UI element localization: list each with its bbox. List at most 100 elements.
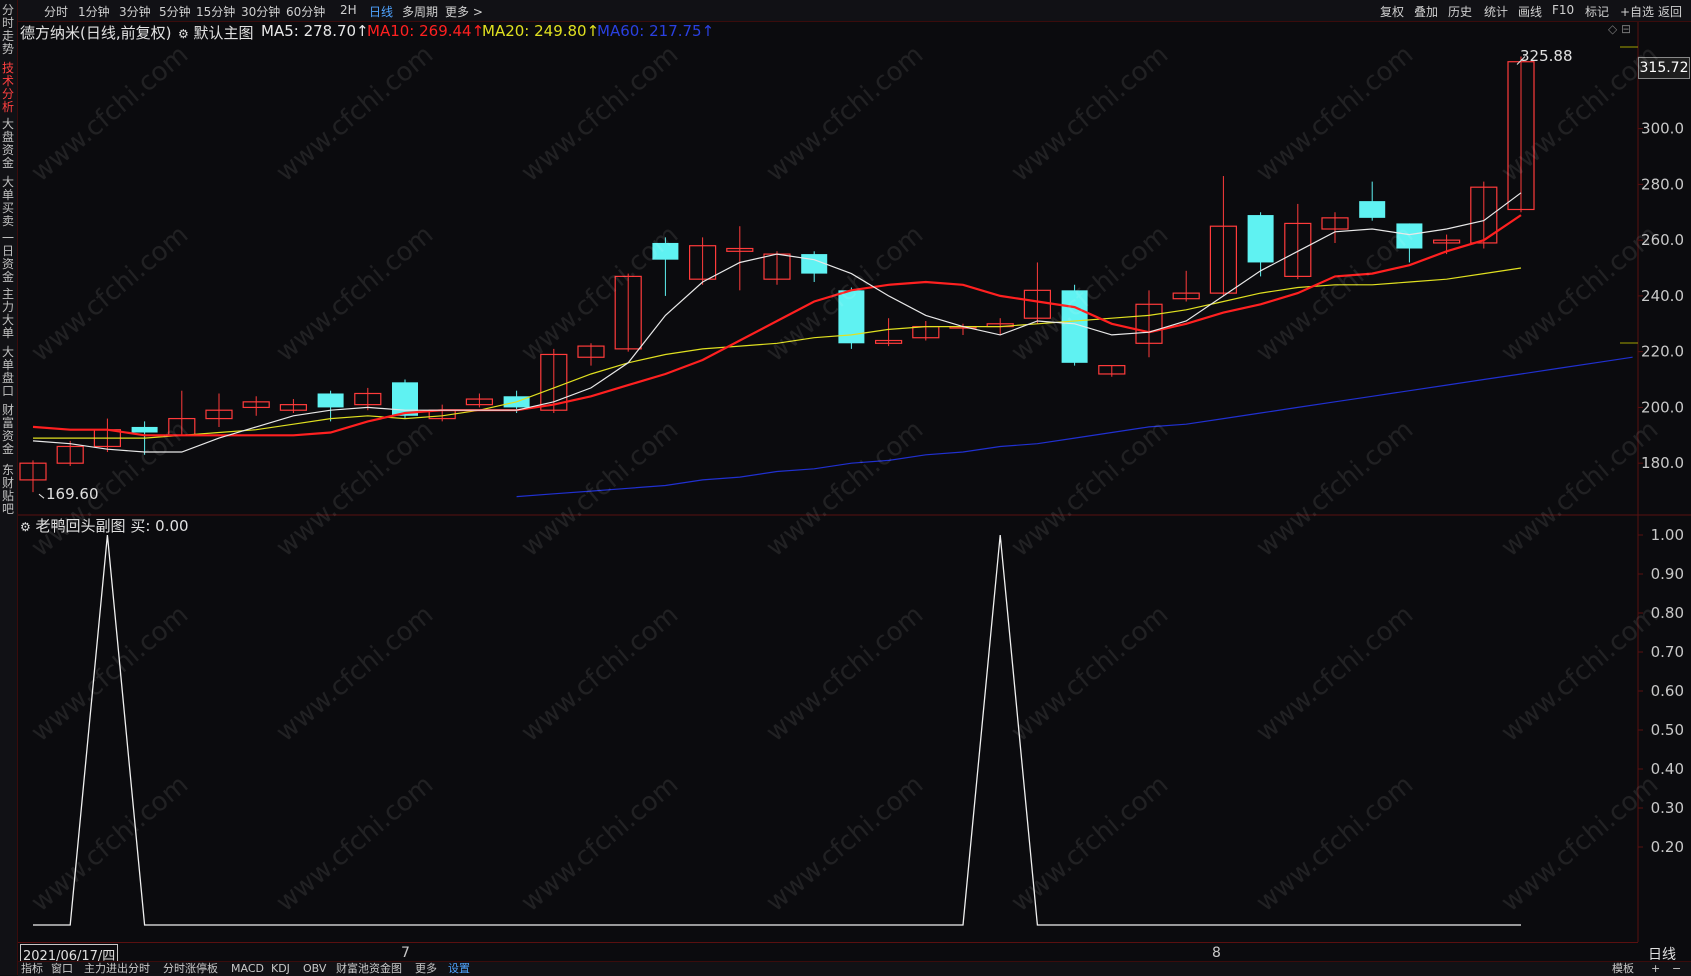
left-tab[interactable]: 财富资金 (0, 404, 16, 456)
window-tab[interactable]: 窗口 (51, 962, 73, 976)
candle (242, 396, 270, 416)
candle (949, 323, 977, 335)
ma5-legend: MA5: 278.70↑ (261, 22, 369, 40)
main-flow-tab[interactable]: 主力进出分时 (84, 962, 150, 976)
fuquan-button[interactable]: 复权 (1380, 3, 1404, 20)
fund-pool-tab[interactable]: 财富池资金图 (336, 962, 402, 976)
candle (1061, 284, 1088, 366)
candle (317, 390, 344, 422)
remove-window-button[interactable]: − (1672, 962, 1681, 976)
low-price-label: 169.60 (46, 485, 99, 503)
left-tab[interactable]: 大盘资金 (0, 118, 16, 170)
candle (838, 287, 865, 349)
sub-y-tick-label: 0.30 (1651, 799, 1684, 817)
left-tab[interactable]: 东财贴吧 (0, 464, 16, 516)
y-tick-label: 260.0 (1641, 231, 1684, 249)
y-tick-label: 240.0 (1641, 287, 1684, 305)
settings-tab[interactable]: 设置 (448, 962, 470, 976)
candle (652, 237, 679, 296)
current-price-tag: 315.72 (1638, 57, 1690, 79)
expand-icon[interactable]: ◇ ⊟ (1608, 22, 1631, 36)
template-button[interactable]: 模板 (1612, 962, 1634, 976)
candle (1172, 270, 1200, 302)
y-tick-label: 220.0 (1641, 343, 1684, 361)
candle (1209, 176, 1238, 296)
candle (874, 318, 903, 347)
period-15min[interactable]: 15分钟 (196, 3, 235, 20)
obv-tab[interactable]: OBV (303, 962, 326, 976)
sub-y-tick-label: 0.40 (1651, 760, 1684, 778)
sub-chart-buy-value: 买: 0.00 (130, 517, 189, 535)
candle (1247, 212, 1274, 277)
candle (1396, 223, 1423, 263)
candle (1507, 56, 1535, 213)
candle (168, 390, 196, 436)
high-price-label: 325.88 (1520, 47, 1573, 65)
settings-icon[interactable]: ⚙ (20, 520, 31, 534)
period-60min[interactable]: 60分钟 (286, 3, 325, 20)
kdj-tab[interactable]: KDJ (271, 962, 290, 976)
f10-button[interactable]: F10 (1552, 3, 1574, 17)
candle (1135, 290, 1163, 358)
stats-button[interactable]: 统计 (1484, 3, 1508, 20)
period-more[interactable]: 更多 > (445, 3, 483, 20)
month-label: 8 (1212, 945, 1221, 961)
add-window-button[interactable]: + (1651, 962, 1660, 976)
period-5min[interactable]: 5分钟 (159, 3, 191, 20)
left-tab[interactable]: 大单买卖 (0, 176, 16, 228)
period-30min[interactable]: 30分钟 (241, 3, 280, 20)
y-tick-label: 300.0 (1641, 120, 1684, 138)
sub-y-tick-label: 0.20 (1651, 838, 1684, 856)
left-tab[interactable]: 大单盘口 (0, 346, 16, 398)
candle (577, 343, 605, 366)
left-tab[interactable]: 分时走势 (0, 4, 16, 56)
limit-up-tab[interactable]: 分时涨停板 (163, 962, 218, 976)
stock-title: 德方纳米(日线,前复权) (20, 24, 172, 42)
sub-chart-legend: ⚙ 老鸭回头副图 买: 0.00 (20, 515, 189, 536)
period-1min[interactable]: 1分钟 (78, 3, 110, 20)
candle (912, 321, 940, 341)
period-3min[interactable]: 3分钟 (119, 3, 151, 20)
month-label: 7 (401, 945, 410, 961)
candle (1284, 203, 1312, 280)
macd-tab[interactable]: MACD (231, 962, 264, 976)
bottom-indicator-bar: 指标 窗口 主力进出分时 分时涨停板 MACD KDJ OBV 财富池资金图 更… (18, 961, 1691, 976)
candle (801, 251, 828, 282)
period-fenshi[interactable]: 分时 (44, 3, 68, 20)
y-tick-label: 200.0 (1641, 398, 1684, 416)
candle (614, 273, 642, 352)
draw-line-button[interactable]: 画线 (1518, 3, 1542, 20)
candle (279, 399, 307, 413)
overlay-button[interactable]: 叠加 (1414, 3, 1438, 20)
candle (726, 226, 754, 291)
candle (1098, 365, 1126, 377)
history-button[interactable]: 历史 (1448, 3, 1472, 20)
add-watchlist-button[interactable]: +自选 (1620, 3, 1654, 20)
period-multi[interactable]: 多周期 (402, 3, 438, 20)
back-button[interactable]: 返回 (1658, 3, 1682, 20)
settings-icon[interactable]: ⚙ (178, 27, 189, 41)
candle (1470, 181, 1498, 249)
sub-y-tick-label: 0.90 (1651, 565, 1684, 583)
chart-canvas[interactable]: 180.0 200.0 220.0 240.0 260.0 280.0 300.0 0.20 0… (0, 0, 1691, 975)
period-daily[interactable]: 日线 (369, 3, 393, 20)
sub-y-tick-label: 0.70 (1651, 643, 1684, 661)
left-tab[interactable]: 技术分析 (0, 62, 16, 114)
main-chart-name[interactable]: ⚙ 默认主图 (178, 22, 254, 43)
ma20-legend: MA20: 249.80↑ (482, 22, 600, 40)
more-tab[interactable]: 更多 (415, 962, 437, 976)
low-arrow (38, 493, 45, 499)
sub-chart-title: 老鸭回头副图 (35, 517, 126, 535)
indicator-tab[interactable]: 指标 (21, 962, 43, 976)
candle (1359, 181, 1386, 221)
candle (19, 460, 47, 493)
left-tab[interactable]: 一日资金 (0, 232, 16, 284)
left-tab[interactable]: 主力大单 (0, 288, 16, 340)
left-tab-bar: 分时走势技术分析大盘资金大单买卖一日资金主力大单大单盘口财富资金东财贴吧 (0, 0, 18, 975)
y-tick-label: 280.0 (1641, 175, 1684, 193)
candle (465, 393, 493, 408)
mark-button[interactable]: 标记 (1585, 3, 1609, 20)
sub-y-tick-label: 0.50 (1651, 721, 1684, 739)
period-2h[interactable]: 2H (340, 3, 357, 17)
candle (1023, 262, 1052, 324)
